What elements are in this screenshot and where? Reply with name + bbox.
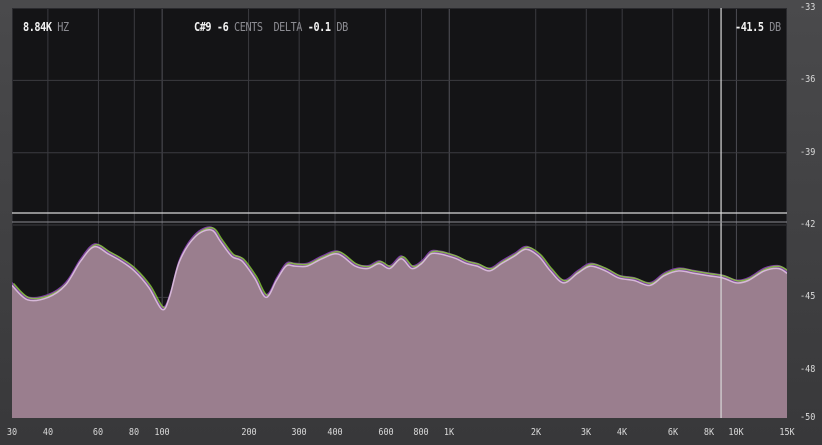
x-tick-label: 600 — [377, 427, 394, 438]
x-tick-label: 2K — [530, 427, 541, 438]
x-tick-label: 300 — [291, 427, 307, 438]
x-tick-label: 4K — [617, 427, 628, 438]
note-value: C#9 — [194, 20, 212, 34]
frequency-readout: 8.84K HZ — [23, 20, 69, 34]
spectrum-analyzer-panel: 8.84K HZ C#9 -6 CENTS DELTA -0.1 DB -41.… — [0, 0, 822, 445]
y-tick-label: -36 — [800, 74, 816, 86]
frequency-value: 8.84K — [23, 20, 52, 34]
x-tick-label: 30 — [6, 427, 18, 438]
x-tick-label: 80 — [129, 427, 140, 438]
level-unit: DB — [769, 20, 781, 34]
note-readout: C#9 -6 CENTS DELTA -0.1 DB — [194, 20, 348, 34]
x-tick-label: 1K — [444, 427, 455, 438]
x-tick-label: 400 — [327, 427, 343, 438]
y-tick-label: -42 — [800, 219, 816, 231]
delta-label: DELTA — [273, 20, 303, 34]
x-tick-label: 15K — [779, 427, 795, 438]
x-tick-label: 40 — [42, 427, 53, 438]
x-tick-label: 800 — [413, 427, 430, 438]
x-tick-label: 8K — [703, 427, 714, 438]
level-value: -41.5 — [735, 20, 764, 34]
level-readout: -41.5 DB — [735, 20, 781, 34]
x-tick-label: 200 — [240, 427, 257, 438]
x-tick-label: 60 — [93, 427, 104, 438]
y-tick-label: -45 — [800, 291, 816, 303]
frequency-unit: HZ — [57, 20, 69, 34]
x-tick-label: 100 — [154, 427, 170, 438]
y-tick-label: -50 — [800, 412, 816, 423]
x-tick-label: 6K — [667, 427, 678, 438]
spectrum-plot-svg — [12, 8, 787, 418]
y-tick-label: -33 — [800, 2, 816, 13]
y-tick-label: -48 — [800, 363, 816, 375]
spectrum-plot-area[interactable]: 8.84K HZ C#9 -6 CENTS DELTA -0.1 DB -41.… — [12, 8, 787, 418]
cents-value: -6 — [216, 20, 229, 34]
spectrum-layer — [12, 226, 787, 418]
delta-value: -0.1 — [307, 20, 331, 34]
x-tick-label: 3K — [581, 427, 592, 438]
delta-unit: DB — [336, 20, 348, 34]
y-tick-label: -39 — [800, 146, 816, 158]
x-tick-label: 10K — [728, 427, 745, 438]
cents-unit: CENTS — [234, 20, 263, 34]
